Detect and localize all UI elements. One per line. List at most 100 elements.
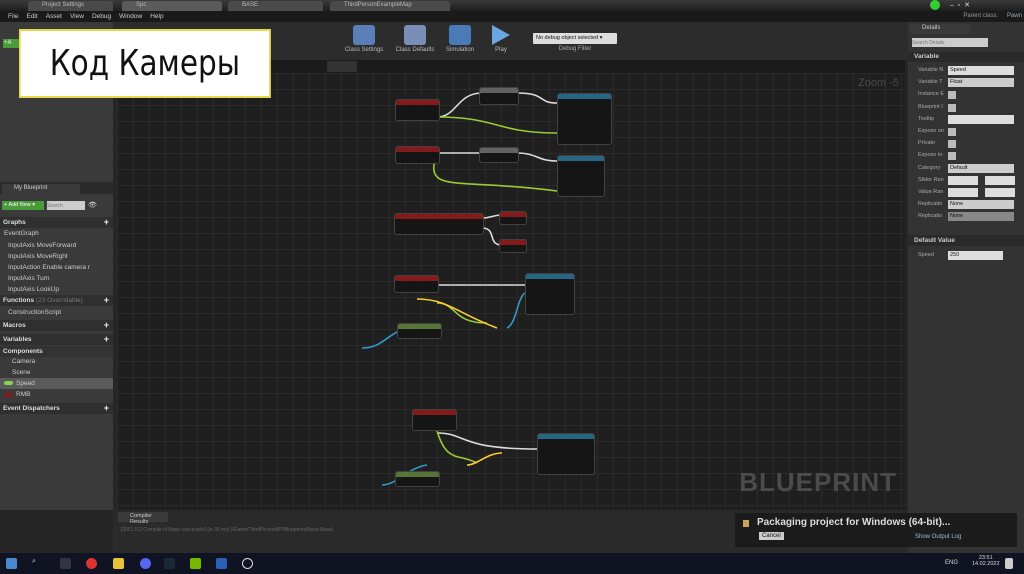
- tab-event-graph[interactable]: [327, 61, 357, 72]
- event-item[interactable]: InputAction Enable camera r: [8, 264, 90, 271]
- windows-start-icon[interactable]: [6, 558, 17, 569]
- editor-tabs: Project Settings Spc BASE ThirdPersonExa…: [0, 0, 1024, 11]
- exec-wire: [436, 432, 538, 450]
- add-movement-node[interactable]: [557, 93, 612, 145]
- event-item[interactable]: InputAxis LookUp: [8, 286, 59, 293]
- tab-my-blueprint[interactable]: My Blueprint: [2, 184, 80, 194]
- details-checkbox[interactable]: [948, 128, 956, 136]
- play-button[interactable]: Play: [476, 25, 526, 53]
- blueprint-graph-canvas[interactable]: Zoom -5 BLUEPRINT: [117, 73, 905, 510]
- tab-details[interactable]: Details: [910, 24, 970, 34]
- event-graph-item[interactable]: EventGraph: [4, 230, 39, 237]
- nvidia-icon[interactable]: [190, 558, 201, 569]
- add-rotation-node[interactable]: [525, 273, 575, 315]
- details-checkbox[interactable]: [948, 103, 956, 112]
- section-functions[interactable]: Functions (23 Overridable) +: [0, 295, 113, 306]
- details-checkbox[interactable]: [948, 152, 956, 161]
- language-indicator[interactable]: ENG: [945, 560, 958, 566]
- details-checkbox[interactable]: [948, 140, 956, 149]
- float-type-icon: [4, 381, 13, 385]
- details-range-field[interactable]: [948, 188, 978, 197]
- input-axis-event-node[interactable]: [395, 99, 440, 121]
- details-checkbox[interactable]: [948, 91, 956, 100]
- section-variable[interactable]: Variable: [908, 52, 1024, 62]
- default-speed-field[interactable]: 250: [948, 251, 1003, 260]
- parent-class-value: Pawn: [1006, 13, 1022, 19]
- tab-spc[interactable]: Spc: [122, 1, 222, 11]
- details-row-label: Variable T: [918, 79, 943, 86]
- word-icon[interactable]: [216, 558, 227, 569]
- section-variables[interactable]: Variables +: [0, 334, 113, 345]
- cancel-button[interactable]: Cancel: [759, 532, 784, 540]
- add-new-button[interactable]: + Add New ▾: [2, 201, 44, 210]
- section-event-dispatchers[interactable]: Event Dispatchers +: [0, 403, 113, 414]
- tab-base[interactable]: BASE: [228, 1, 323, 11]
- menu-edit[interactable]: Edit: [26, 13, 37, 20]
- branch-node[interactable]: [479, 87, 519, 105]
- discord-icon[interactable]: [140, 558, 151, 569]
- packaging-notification: Packaging project for Windows (64-bit)..…: [735, 513, 1017, 547]
- component-scene[interactable]: Scene: [12, 369, 30, 376]
- construction-script-item[interactable]: ConstructionScript: [8, 309, 61, 316]
- details-range-field[interactable]: [985, 175, 1015, 185]
- details-text-field[interactable]: Speed: [948, 66, 1014, 75]
- details-range-field[interactable]: [985, 188, 1015, 197]
- steam-icon[interactable]: [164, 558, 175, 569]
- exec-wire: [516, 152, 558, 162]
- event-item[interactable]: InputAxis MoveRight: [8, 253, 68, 260]
- menu-asset[interactable]: Asset: [46, 13, 62, 20]
- make-rotator-node[interactable]: [397, 323, 442, 339]
- menu-window[interactable]: Window: [119, 13, 142, 20]
- variable-rmb[interactable]: RMB: [0, 390, 113, 400]
- details-dropdown[interactable]: None: [948, 200, 1014, 210]
- set-node[interactable]: [499, 211, 527, 225]
- variable-speed[interactable]: Speed: [0, 378, 113, 389]
- tab-map[interactable]: ThirdPersonExampleMap: [330, 1, 450, 11]
- details-range-field[interactable]: [948, 175, 978, 185]
- event-item[interactable]: InputAxis MoveForward: [8, 242, 76, 249]
- details-dropdown[interactable]: Default: [948, 163, 1014, 173]
- input-axis-lookup-node[interactable]: [412, 409, 457, 431]
- window-controls[interactable]: – ▫ ✕: [950, 1, 970, 9]
- set-node[interactable]: [499, 239, 527, 253]
- class-defaults-button[interactable]: Class Defaults: [390, 25, 440, 53]
- menu-view[interactable]: View: [70, 13, 84, 20]
- branch-node[interactable]: [479, 147, 519, 163]
- input-action-event-node[interactable]: [394, 213, 484, 235]
- section-components[interactable]: Components: [0, 346, 113, 357]
- folder-icon[interactable]: [113, 558, 124, 569]
- menu-file[interactable]: File: [8, 13, 18, 20]
- make-rotator-node[interactable]: [395, 471, 440, 487]
- blueprint-search-input[interactable]: [47, 201, 85, 210]
- yandex-icon[interactable]: [86, 558, 97, 569]
- debug-object-select[interactable]: No debug object selected ▾: [533, 33, 617, 44]
- notifications-icon[interactable]: [1005, 558, 1013, 569]
- section-graphs[interactable]: Graphs +: [0, 217, 113, 228]
- details-text-field[interactable]: [948, 114, 1014, 124]
- component-camera[interactable]: Camera: [12, 358, 35, 365]
- details-dropdown[interactable]: Float: [948, 78, 1014, 88]
- taskbar: ⌕ ENG 23:51 14.02.2022: [0, 553, 1024, 574]
- section-default-value[interactable]: Default Value: [908, 235, 1024, 246]
- class-settings-button[interactable]: Class Settings: [339, 25, 389, 53]
- show-output-log-link[interactable]: Show Output Log: [915, 534, 961, 540]
- add-movement-node[interactable]: [557, 155, 605, 197]
- details-dropdown[interactable]: None: [948, 212, 1014, 222]
- tab-compiler-results[interactable]: Compiler Results: [118, 512, 168, 525]
- clock[interactable]: 23:51 14.02.2022: [972, 555, 1000, 567]
- packaging-message: Packaging project for Windows (64-bit)..…: [757, 517, 951, 528]
- tab-project-settings[interactable]: Project Settings: [28, 1, 113, 11]
- input-axis-turn-node[interactable]: [394, 275, 439, 293]
- add-rotation-node[interactable]: [537, 433, 595, 475]
- event-item[interactable]: InputAxis Turn: [8, 275, 50, 282]
- menu-debug[interactable]: Debug: [92, 13, 111, 20]
- search-icon[interactable]: ⌕: [32, 558, 43, 569]
- menu-help[interactable]: Help: [150, 13, 163, 20]
- unreal-icon[interactable]: [242, 558, 253, 569]
- view-options-icon[interactable]: 👁: [88, 201, 97, 209]
- section-macros[interactable]: Macros +: [0, 320, 113, 331]
- source-control-icon[interactable]: [930, 0, 940, 10]
- input-axis-event-node[interactable]: [395, 146, 440, 164]
- task-view-icon[interactable]: [60, 558, 71, 569]
- details-search-input[interactable]: [912, 38, 988, 47]
